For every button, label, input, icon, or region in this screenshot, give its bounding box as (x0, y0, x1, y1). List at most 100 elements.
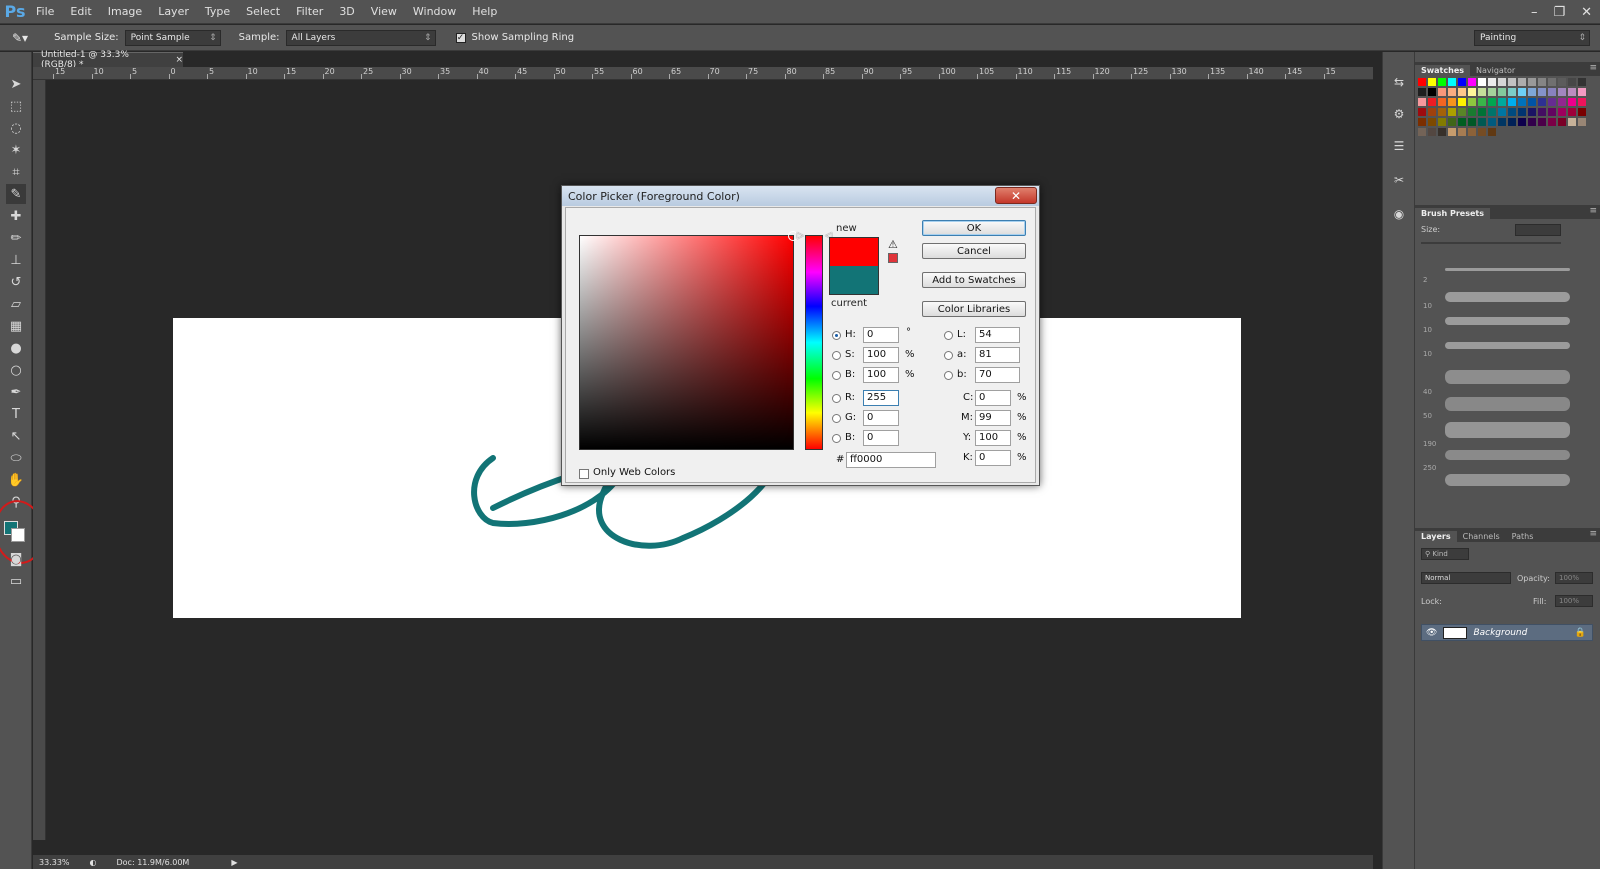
swatch[interactable] (1547, 87, 1557, 97)
yellow-input[interactable]: 100 (975, 430, 1011, 446)
swatch[interactable] (1477, 127, 1487, 137)
menu-3d[interactable]: 3D (331, 0, 362, 24)
swatch[interactable] (1417, 127, 1427, 137)
swatch[interactable] (1517, 87, 1527, 97)
black-input[interactable]: 0 (975, 450, 1011, 466)
swatch[interactable] (1527, 77, 1537, 87)
swatch[interactable] (1537, 117, 1547, 127)
panel-menu-icon[interactable]: ≡ (1589, 529, 1597, 539)
swatch[interactable] (1417, 77, 1427, 87)
path-selection-tool-icon[interactable]: ↖ (6, 426, 26, 446)
swatch[interactable] (1427, 97, 1437, 107)
brush-tool-icon[interactable]: ✏ (6, 228, 26, 248)
dialog-titlebar[interactable]: Color Picker (Foreground Color) ✕ (562, 186, 1039, 206)
layer-row-background[interactable]: 👁 Background 🔒 (1421, 624, 1593, 641)
layer-filter-select[interactable]: ⚲ Kind (1421, 548, 1469, 560)
swatch[interactable] (1457, 117, 1467, 127)
fill-input[interactable]: 100% (1555, 595, 1593, 607)
swatch[interactable] (1467, 107, 1477, 117)
tab-swatches[interactable]: Swatches (1415, 65, 1470, 76)
hue-input[interactable]: 0 (863, 327, 899, 343)
swatch[interactable] (1487, 97, 1497, 107)
swatch[interactable] (1557, 107, 1567, 117)
tab-layers[interactable]: Layers (1415, 531, 1457, 542)
swatch[interactable] (1427, 127, 1437, 137)
swatch[interactable] (1487, 127, 1497, 137)
out-of-gamut-warning-icon[interactable]: ⚠ (888, 238, 898, 251)
restore-icon[interactable]: ❐ (1553, 5, 1565, 20)
properties-panel-icon[interactable]: ⚙ (1389, 104, 1409, 124)
swatch[interactable] (1477, 97, 1487, 107)
swatch[interactable] (1417, 107, 1427, 117)
gradient-tool-icon[interactable]: ▦ (6, 316, 26, 336)
pen-tool-icon[interactable]: ✒ (6, 382, 26, 402)
tab-navigator[interactable]: Navigator (1470, 65, 1521, 76)
swatch[interactable] (1577, 117, 1587, 127)
current-color-preview[interactable] (829, 266, 879, 295)
brush-preset[interactable] (1445, 268, 1570, 271)
panel-menu-icon[interactable]: ≡ (1589, 63, 1597, 73)
swatch[interactable] (1497, 107, 1507, 117)
swatch[interactable] (1547, 117, 1557, 127)
swatch[interactable] (1447, 97, 1457, 107)
swatch[interactable] (1467, 87, 1477, 97)
brush-preset[interactable] (1445, 370, 1570, 384)
swatch[interactable] (1517, 97, 1527, 107)
swatch[interactable] (1437, 97, 1447, 107)
healing-brush-tool-icon[interactable]: ✚ (6, 206, 26, 226)
hand-tool-icon[interactable]: ✋ (6, 470, 26, 490)
swatch[interactable] (1507, 117, 1517, 127)
swatch[interactable] (1537, 87, 1547, 97)
lasso-tool-icon[interactable]: ◌ (6, 118, 26, 138)
dodge-tool-icon[interactable]: ○ (6, 360, 26, 380)
swatch[interactable] (1437, 127, 1447, 137)
brush-size-slider[interactable] (1421, 242, 1561, 244)
brush-preset[interactable] (1445, 317, 1570, 325)
menu-filter[interactable]: Filter (288, 0, 331, 24)
color-libraries-button[interactable]: Color Libraries (922, 301, 1026, 317)
sample-select[interactable]: All Layers (285, 29, 436, 46)
swatch[interactable] (1517, 107, 1527, 117)
swatch[interactable] (1467, 127, 1477, 137)
lab-l-radio[interactable] (944, 331, 953, 340)
swatch[interactable] (1467, 117, 1477, 127)
kuler-panel-icon[interactable]: ◉ (1389, 204, 1409, 224)
color-field[interactable] (579, 231, 798, 450)
red-radio[interactable] (832, 394, 841, 403)
tab-channels[interactable]: Channels (1457, 531, 1506, 542)
close-tab-icon[interactable]: × (175, 55, 183, 65)
swatch[interactable] (1467, 77, 1477, 87)
swatch[interactable] (1567, 87, 1577, 97)
hex-input[interactable]: ff0000 (846, 452, 936, 468)
swatch-grid[interactable] (1417, 77, 1587, 137)
swatch[interactable] (1437, 77, 1447, 87)
swatch[interactable] (1527, 87, 1537, 97)
swatch[interactable] (1527, 97, 1537, 107)
swatch[interactable] (1577, 107, 1587, 117)
blue-radio[interactable] (832, 434, 841, 443)
visibility-eye-icon[interactable]: 👁 (1426, 628, 1437, 638)
swatch[interactable] (1427, 117, 1437, 127)
swatch[interactable] (1527, 117, 1537, 127)
swatch[interactable] (1537, 107, 1547, 117)
swatch[interactable] (1577, 77, 1587, 87)
swatch[interactable] (1477, 77, 1487, 87)
brightness-radio[interactable] (832, 371, 841, 380)
quick-mask-icon[interactable]: ◙ (6, 549, 26, 569)
lab-b-input[interactable]: 70 (975, 367, 1020, 383)
tools-panel-icon[interactable]: ✂ (1389, 170, 1409, 190)
status-menu-arrow-icon[interactable]: ▶ (231, 858, 237, 867)
swatch[interactable] (1477, 117, 1487, 127)
swatch[interactable] (1507, 87, 1517, 97)
swatch[interactable] (1457, 87, 1467, 97)
magenta-input[interactable]: 99 (975, 410, 1011, 426)
brush-preset[interactable] (1445, 422, 1570, 438)
swatch[interactable] (1497, 77, 1507, 87)
menu-window[interactable]: Window (405, 0, 464, 24)
add-to-swatches-button[interactable]: Add to Swatches (922, 272, 1026, 288)
swatch[interactable] (1487, 77, 1497, 87)
swatch[interactable] (1567, 107, 1577, 117)
blue-input[interactable]: 0 (863, 430, 899, 446)
blend-mode-select[interactable]: Normal (1421, 572, 1511, 584)
gamut-correction-swatch[interactable] (888, 253, 898, 263)
